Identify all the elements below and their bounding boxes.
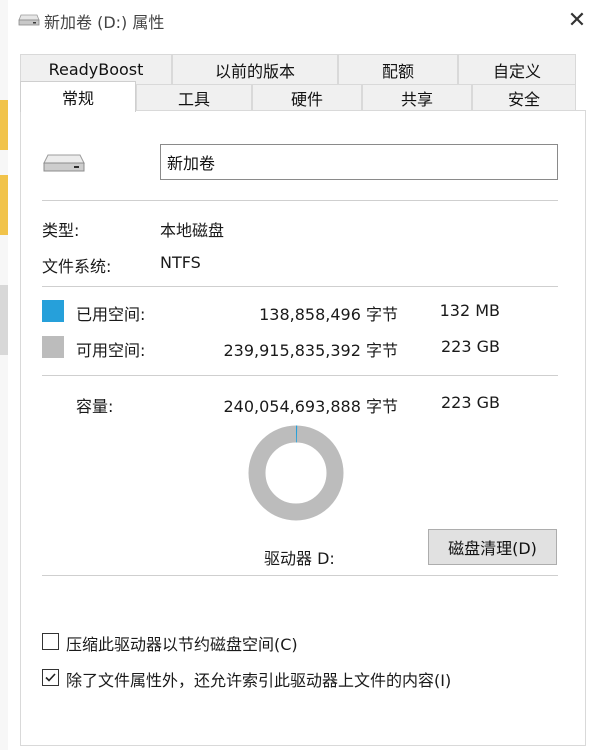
capacity-bytes: 240,054,693,888 字节 — [223, 397, 398, 416]
title-bar[interactable]: 新加卷 (D:) 属性 ✕ — [8, 0, 600, 40]
tab-customize[interactable]: 自定义 — [458, 54, 576, 84]
free-space-swatch — [42, 336, 64, 358]
tab-readyboost[interactable]: ReadyBoost — [20, 54, 172, 84]
used-space-swatch — [42, 300, 64, 322]
used-space-bytes: 138,858,496 字节 — [259, 305, 398, 324]
properties-window: 新加卷 (D:) 属性 ✕ ReadyBoost 以前的版本 配额 自定义 常规… — [8, 0, 600, 750]
capacity-size: 223 GB — [441, 393, 500, 412]
divider — [42, 375, 558, 376]
index-label: 除了文件属性外，还允许索引此驱动器上文件的内容(I) — [66, 671, 452, 690]
tab-label: 常规 — [61, 89, 94, 108]
divider — [42, 200, 558, 201]
tab-label: 安全 — [507, 90, 540, 109]
free-space-bytes: 239,915,835,392 字节 — [223, 341, 398, 360]
window-title: 新加卷 (D:) 属性 — [44, 13, 165, 32]
disk-cleanup-button[interactable]: 磁盘清理(D) — [428, 529, 557, 565]
tab-label: 配额 — [381, 61, 414, 81]
tab-label: 硬件 — [290, 90, 323, 109]
tab-label: 以前的版本 — [214, 61, 295, 81]
disk-cleanup-label: 磁盘清理(D) — [448, 539, 537, 558]
checkmark-icon — [45, 673, 56, 682]
close-icon: ✕ — [567, 7, 587, 33]
tab-label: ReadyBoost — [48, 60, 144, 79]
tab-sharing[interactable]: 共享 — [362, 84, 472, 111]
tab-previous-versions[interactable]: 以前的版本 — [172, 54, 338, 84]
filesystem-value: NTFS — [160, 253, 201, 272]
drive-letter-label: 驱动器 D: — [264, 549, 335, 568]
tab-tools[interactable]: 工具 — [136, 84, 252, 111]
volume-name-input[interactable] — [160, 144, 558, 180]
divider — [42, 286, 558, 287]
free-space-size: 223 GB — [441, 337, 500, 356]
tab-quota[interactable]: 配额 — [338, 54, 458, 84]
disk-usage-donut — [248, 425, 344, 521]
tab-security[interactable]: 安全 — [472, 84, 576, 111]
tab-hardware[interactable]: 硬件 — [252, 84, 362, 111]
free-space-label: 可用空间: — [76, 341, 146, 360]
tab-general[interactable]: 常规 — [20, 81, 136, 112]
tab-label: 工具 — [177, 90, 210, 109]
free-space-ring — [248, 425, 344, 521]
compress-label: 压缩此驱动器以节约磁盘空间(C) — [66, 635, 298, 654]
close-button[interactable]: ✕ — [554, 0, 600, 40]
divider — [42, 575, 558, 576]
filesystem-label: 文件系统: — [42, 257, 112, 276]
hard-drive-icon — [43, 154, 85, 172]
compress-checkbox[interactable] — [42, 633, 59, 650]
index-checkbox[interactable] — [42, 669, 59, 686]
type-value: 本地磁盘 — [160, 221, 225, 240]
used-space-label: 已用空间: — [76, 305, 146, 324]
tab-label: 共享 — [400, 90, 433, 109]
used-space-size: 132 MB — [439, 301, 500, 320]
type-label: 类型: — [42, 221, 80, 240]
capacity-label: 容量: — [76, 397, 114, 416]
tab-label: 自定义 — [492, 61, 541, 81]
drive-icon — [18, 14, 40, 26]
